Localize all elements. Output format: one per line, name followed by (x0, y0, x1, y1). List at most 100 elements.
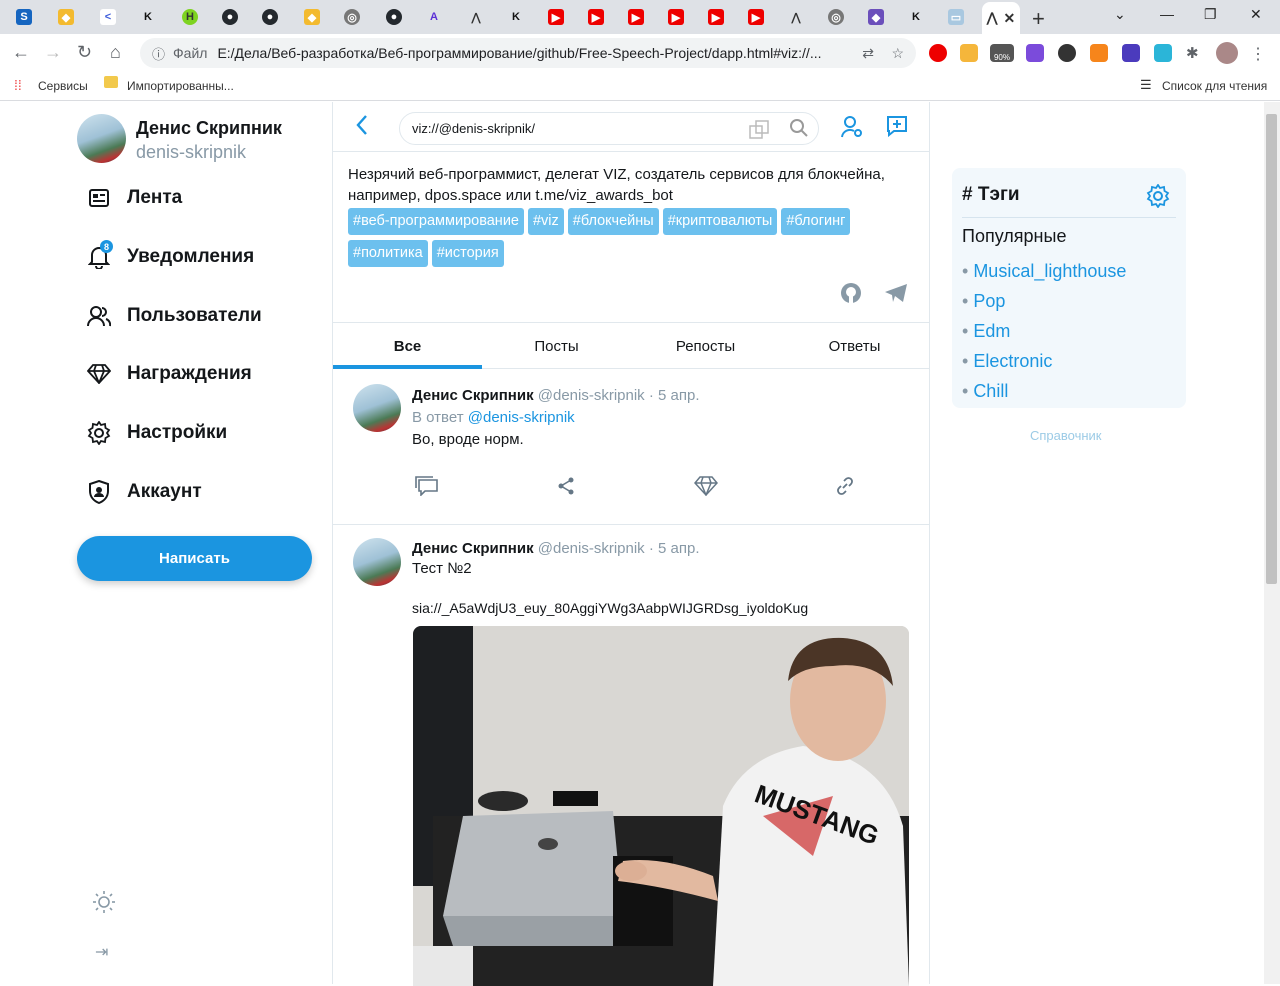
tag[interactable]: #viz (527, 208, 564, 235)
search-icon[interactable] (789, 118, 809, 143)
new-post-icon[interactable] (886, 115, 908, 142)
minimize-icon[interactable]: — (1160, 6, 1174, 22)
profile-avatar[interactable] (1216, 42, 1238, 64)
post-author[interactable]: Денис Скрипник @denis-skripnik · 5 апр. (412, 387, 700, 404)
close-icon[interactable]: ✕ (1003, 10, 1015, 27)
opera-icon[interactable] (929, 44, 947, 62)
extension-icon[interactable] (960, 44, 978, 62)
puzzle-icon[interactable]: ✱ (1186, 44, 1204, 62)
browser-tab[interactable]: ⋀ (784, 6, 808, 28)
author-name[interactable]: Денис Скрипник (412, 387, 534, 404)
reply-link[interactable]: @denis-skripnik (468, 409, 575, 426)
popular-tag[interactable]: Edm (962, 316, 1126, 346)
theme-sun-icon[interactable] (92, 890, 116, 919)
back-icon[interactable]: ← (12, 42, 30, 63)
user-settings-icon[interactable] (841, 115, 863, 144)
copy-icon[interactable] (749, 120, 769, 145)
browser-tab[interactable]: ◆ (864, 6, 888, 28)
nav-item-account[interactable]: Аккаунт (86, 477, 202, 507)
bookmark-services[interactable]: Сервисы (38, 79, 88, 93)
tab-all[interactable]: Все (333, 323, 482, 369)
avatar[interactable] (77, 114, 126, 163)
scrollbar[interactable] (1264, 102, 1280, 984)
extension-icon[interactable] (1026, 44, 1044, 62)
browser-tab[interactable]: K (136, 6, 160, 28)
back-arrow-icon[interactable] (355, 114, 369, 141)
browser-tab[interactable]: ⋀ (464, 6, 488, 28)
comment-icon[interactable] (415, 476, 439, 501)
browser-tab[interactable]: H (178, 6, 202, 28)
avatar[interactable] (353, 538, 401, 586)
browser-tab[interactable]: ▶ (624, 6, 648, 28)
browser-tab[interactable]: ● (218, 6, 242, 28)
apps-icon[interactable]: ⁞⁞ (14, 77, 22, 93)
browser-tab[interactable]: ▶ (544, 6, 568, 28)
browser-tab[interactable]: ◎ (824, 6, 848, 28)
popular-tag[interactable]: Electronic (962, 346, 1126, 376)
browser-tab[interactable]: ◆ (54, 6, 78, 28)
post[interactable]: Денис Скрипник @denis-skripnik · 5 апр. … (333, 370, 929, 525)
nav-item-awards[interactable]: Награждения (86, 359, 252, 389)
link-icon[interactable] (835, 476, 855, 501)
tab-posts[interactable]: Посты (482, 323, 631, 368)
restore-icon[interactable]: ❐ (1204, 6, 1217, 23)
compose-button[interactable]: Написать (77, 536, 312, 581)
tag[interactable]: #криптовалюты (662, 208, 778, 235)
reload-icon[interactable]: ↻ (77, 42, 92, 63)
scrollbar-thumb[interactable] (1266, 114, 1277, 584)
browser-tab[interactable]: K (504, 6, 528, 28)
github-icon[interactable] (840, 282, 862, 309)
tab-search-icon[interactable]: ⌄ (1114, 6, 1126, 23)
browser-tab[interactable]: ● (258, 6, 282, 28)
extension-icon[interactable] (1058, 44, 1076, 62)
share-icon[interactable] (556, 476, 576, 501)
post[interactable]: Денис Скрипник @denis-skripnik · 5 апр. … (333, 526, 929, 986)
nav-item-notifications[interactable]: 8 Уведомления (86, 240, 254, 272)
telegram-icon[interactable] (884, 283, 908, 308)
tag[interactable]: #политика (348, 240, 428, 267)
extension-badge-icon[interactable]: 90% (990, 44, 1014, 62)
address-bar[interactable]: ⓘ Файл E:/Дела/Веб-разработка/Веб-програ… (140, 38, 916, 68)
award-icon[interactable] (693, 476, 718, 501)
browser-tab[interactable]: ▶ (744, 6, 768, 28)
browser-tab[interactable]: ▶ (584, 6, 608, 28)
expand-sidebar-icon[interactable]: ⇥ (95, 942, 108, 962)
browser-tab[interactable]: < (96, 6, 120, 28)
tag[interactable]: #история (431, 240, 504, 267)
tab-reposts[interactable]: Репосты (631, 323, 780, 368)
reference-link[interactable]: Справочник (1030, 428, 1102, 443)
browser-tab[interactable]: A (422, 6, 446, 28)
translate-icon[interactable]: ⇄ (862, 45, 874, 62)
browser-tab[interactable]: ◎ (340, 6, 364, 28)
browser-tab[interactable]: ● (382, 6, 406, 28)
popular-tag[interactable]: Musical_lighthouse (962, 256, 1126, 286)
browser-tab[interactable]: S (12, 6, 36, 28)
browser-tab[interactable]: K (904, 6, 928, 28)
browser-tab[interactable]: ▶ (704, 6, 728, 28)
star-icon[interactable]: ☆ (891, 45, 904, 62)
nav-item-users[interactable]: Пользователи (86, 301, 262, 331)
metamask-icon[interactable] (1090, 44, 1108, 62)
nav-item-settings[interactable]: Настройки (86, 418, 227, 448)
tag[interactable]: #блогинг (781, 208, 851, 235)
info-icon[interactable]: ⓘ (152, 44, 165, 63)
reading-list[interactable]: Список для чтения (1162, 79, 1267, 93)
profile-name[interactable]: Денис Скрипник (136, 118, 282, 139)
tag[interactable]: #блокчейны (567, 208, 659, 235)
bookmark-imported[interactable]: Импортированны... (127, 79, 234, 93)
menu-icon[interactable]: ⋮ (1250, 44, 1268, 63)
tag[interactable]: #веб-программирование (348, 208, 524, 235)
popular-tag[interactable]: Pop (962, 286, 1126, 316)
tab-replies[interactable]: Ответы (780, 323, 929, 368)
new-tab-icon[interactable]: + (1032, 6, 1045, 32)
author-name[interactable]: Денис Скрипник (412, 540, 534, 557)
close-window-icon[interactable]: ✕ (1250, 6, 1262, 23)
gear-icon[interactable] (1146, 183, 1170, 213)
post-image[interactable]: MUSTANG (413, 626, 909, 986)
forward-icon[interactable]: → (44, 42, 62, 63)
browser-tab-active[interactable]: ⋀ ✕ (982, 2, 1020, 34)
post-author[interactable]: Денис Скрипник @denis-skripnik · 5 апр. (412, 540, 700, 557)
popular-tag[interactable]: Chill (962, 376, 1126, 406)
nav-item-feed[interactable]: Лента (86, 183, 182, 213)
browser-tab[interactable]: ▶ (664, 6, 688, 28)
